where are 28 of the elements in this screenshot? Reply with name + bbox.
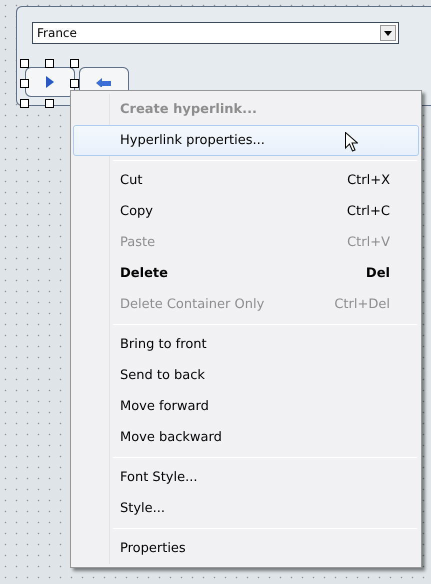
shortcut-label: Ctrl+V	[347, 234, 390, 252]
selection-handle[interactable]	[45, 99, 54, 108]
shortcut-label: Ctrl+C	[346, 202, 390, 221]
shortcut-label: Del	[366, 264, 390, 283]
menu-item[interactable]: Move forward	[73, 391, 419, 422]
menu-item[interactable]: Copy Ctrl+C	[73, 196, 419, 227]
selection-handle[interactable]	[45, 59, 54, 68]
menu-item[interactable]: Properties	[73, 533, 419, 564]
selection-handle[interactable]	[20, 59, 29, 68]
menu-item[interactable]: Cut Ctrl+X	[73, 165, 419, 196]
menu-item[interactable]: Delete Del	[73, 258, 419, 289]
selection-handle[interactable]	[70, 79, 79, 88]
shortcut-label: Ctrl+X	[347, 172, 390, 190]
country-dropdown[interactable]: France	[32, 22, 399, 44]
menu-item[interactable]: Send to back	[73, 360, 419, 391]
selection-handle[interactable]	[20, 79, 29, 88]
menu-item[interactable]: Move backward	[73, 422, 419, 453]
play-icon	[46, 76, 54, 88]
selection-handle[interactable]	[70, 59, 79, 68]
menu-item[interactable]: Bring to front	[73, 329, 419, 360]
selection-handle[interactable]	[20, 99, 29, 108]
mouse-pointer-icon	[345, 132, 358, 152]
play-button[interactable]	[25, 67, 75, 97]
shortcut-label: Ctrl+Del	[334, 296, 390, 314]
menu-item[interactable]: Style...	[73, 493, 419, 524]
back-arrow-icon	[96, 77, 112, 87]
menu-item[interactable]: Hyperlink properties...	[73, 125, 419, 156]
menu-item[interactable]: Font Style...	[73, 462, 419, 493]
